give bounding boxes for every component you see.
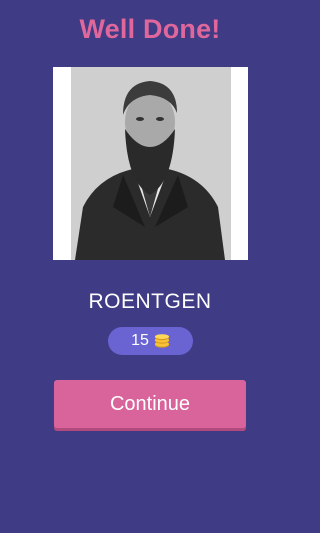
portrait-image [53,67,248,260]
reward-badge: 15 [108,327,193,355]
answer-text: ROENTGEN [88,290,212,313]
continue-button[interactable]: Continue [54,380,246,428]
page-title: Well Done! [79,14,221,44]
reward-value: 15 [131,332,149,349]
coin-stack-icon [154,334,170,348]
